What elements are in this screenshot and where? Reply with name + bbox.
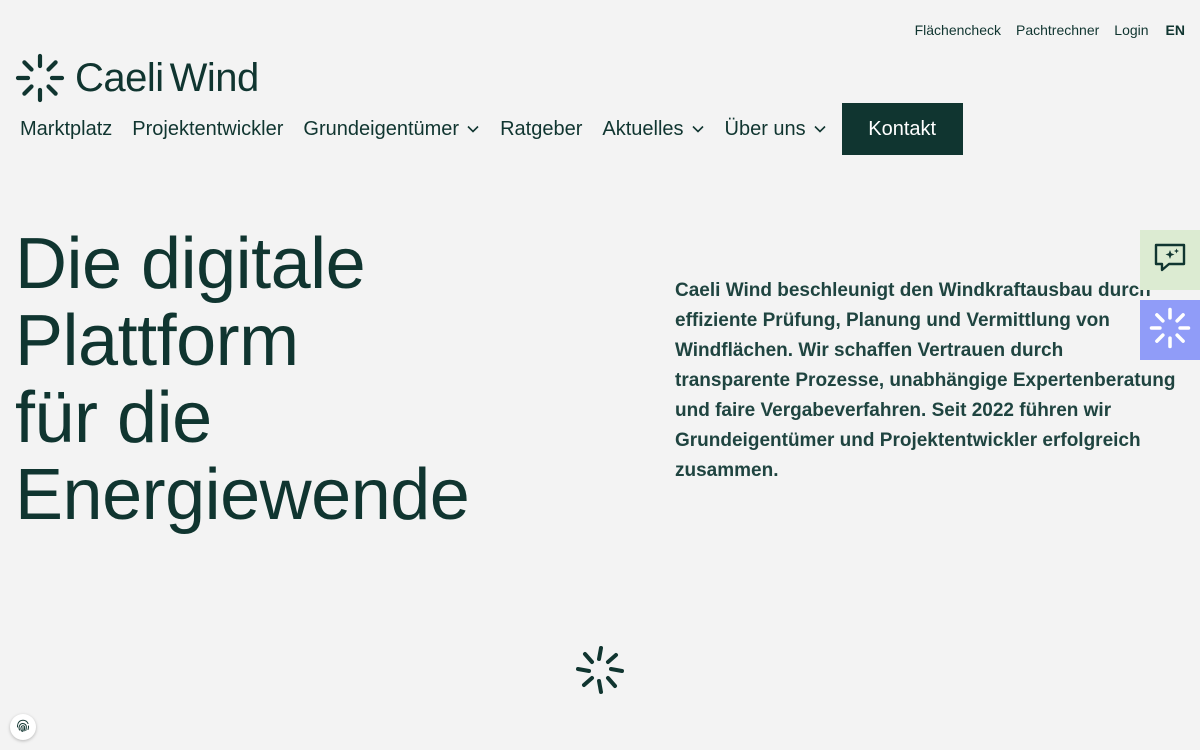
nav-item-label: Marktplatz [20,117,113,140]
nav-item-marktplatz[interactable]: Marktplatz [20,118,112,141]
nav-item-label: Ratgeber [500,117,583,140]
nav-item-ueber-uns[interactable]: Über uns [725,118,827,141]
hero-title: Die digitale Plattform für die Energiewe… [15,224,470,535]
utility-link-flaechencheck[interactable]: Flächencheck [915,22,1001,38]
nav-item-label: Projektentwickler [132,117,284,140]
chat-sparkle-icon [1153,242,1187,279]
chevron-down-icon [813,122,827,136]
nav-item-label: Aktuelles [602,117,684,140]
nav-item-label: Über uns [724,117,806,140]
hero-description: Caeli Wind beschleunigt den Windkraftaus… [675,280,1176,481]
hero-title-line: Energiewende [15,455,470,535]
kontakt-button[interactable]: Kontakt [841,103,963,155]
nav-item-ratgeber[interactable]: Ratgeber [500,118,582,141]
sunburst-icon [1149,307,1191,354]
fingerprint-icon [15,717,31,738]
hero-title-line: für die [15,378,212,458]
cookie-settings-button[interactable] [10,714,36,740]
language-switch[interactable]: EN [1166,22,1185,38]
nav-item-grundeigentuemer[interactable]: Grundeigentümer [303,118,480,141]
sunburst-logo-icon [15,53,65,103]
nav-item-label: Grundeigentümer [303,117,460,140]
loading-spinner-icon [575,645,625,695]
utility-link-pachtrechner[interactable]: Pachtrechner [1016,22,1099,38]
logo-word-wind: Wind [169,56,260,100]
hero-title-line: Die digitale [15,224,366,304]
nav-item-aktuelles[interactable]: Aktuelles [602,118,704,141]
logo[interactable]: Caeli Wind [15,53,259,103]
chevron-down-icon [466,122,480,136]
assistant-button[interactable] [1140,300,1200,360]
hero-title-line: Plattform [15,301,299,381]
main-nav: Marktplatz Projektentwickler Grundeigent… [20,103,963,155]
utility-link-login[interactable]: Login [1114,22,1148,38]
nav-item-projektentwickler[interactable]: Projektentwickler [132,118,283,141]
utility-nav: Flächencheck Pachtrechner Login EN [915,22,1185,38]
logo-word-caeli: Caeli [75,56,164,100]
logo-wordmark: Caeli Wind [75,58,259,98]
chat-button[interactable] [1140,230,1200,290]
chevron-down-icon [691,122,705,136]
